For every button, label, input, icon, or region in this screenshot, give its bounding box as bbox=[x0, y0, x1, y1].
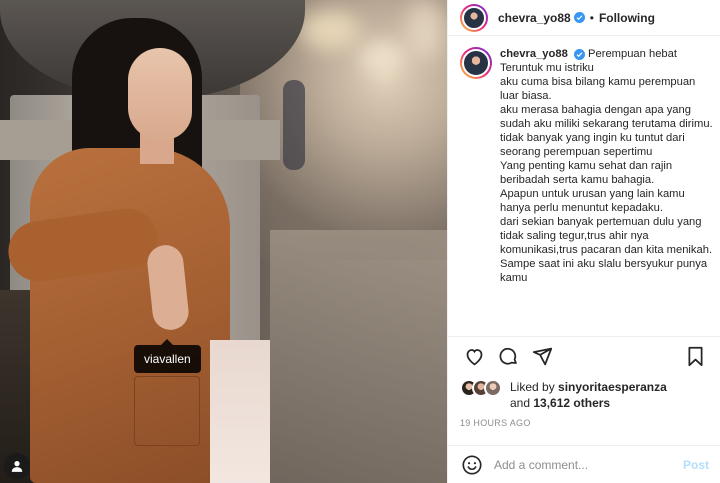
post-comment-button[interactable]: Post bbox=[683, 458, 709, 472]
avatar[interactable] bbox=[460, 47, 492, 79]
photo-woman-coat bbox=[30, 148, 230, 483]
likes-and: and bbox=[510, 396, 531, 410]
likes-prefix: Liked by bbox=[510, 380, 555, 394]
heart-icon[interactable] bbox=[460, 343, 488, 371]
photo-woman-skirt bbox=[210, 340, 270, 483]
action-bar bbox=[448, 336, 720, 376]
comment-input[interactable] bbox=[494, 457, 683, 472]
caption-line: Teruntuk mu istriku bbox=[500, 62, 594, 74]
post-photo[interactable]: viavallen bbox=[0, 0, 447, 483]
caption-line: Perempuan hebat bbox=[588, 48, 677, 60]
post-timestamp[interactable]: 19 HOURS AGO bbox=[460, 418, 531, 428]
post-header: chevra_yo88 • Following bbox=[448, 0, 720, 36]
photo-user-tag-label: viavallen bbox=[144, 352, 191, 366]
caption-username[interactable]: chevra_yo88 bbox=[500, 48, 568, 60]
caption-text: chevra_yo88 Perempuan hebat Teruntuk mu … bbox=[500, 47, 715, 335]
photo-coat-pocket bbox=[134, 376, 200, 446]
caption-line: aku cuma bisa bilang kamu perempuan luar… bbox=[500, 76, 696, 102]
liked-by-avatars[interactable] bbox=[460, 379, 506, 397]
caption-line: aku merasa bahagia dengan apa yang sudah… bbox=[500, 104, 713, 130]
photo-user-tag[interactable]: viavallen bbox=[134, 339, 201, 373]
caption-line: Yang penting kamu sehat dan rajin beriba… bbox=[500, 160, 673, 186]
photo-background-person bbox=[283, 80, 305, 170]
instagram-post: viavallen chevra_yo88 • Following chevra… bbox=[0, 0, 720, 483]
likes-others-link[interactable]: 13,612 others bbox=[533, 396, 610, 410]
photo-bokeh-light bbox=[360, 40, 405, 75]
bookmark-icon[interactable] bbox=[681, 343, 709, 371]
avatar[interactable] bbox=[460, 3, 488, 32]
caption: chevra_yo88 Perempuan hebat Teruntuk mu … bbox=[448, 47, 720, 335]
verified-badge-icon bbox=[573, 12, 585, 23]
photo-bokeh-light bbox=[300, 10, 360, 50]
caption-line: tidak banyak yang ingin ku tuntut dari s… bbox=[500, 132, 685, 158]
user-tag-icon[interactable] bbox=[4, 453, 30, 479]
comment-bar: Post bbox=[448, 445, 720, 483]
username-link[interactable]: chevra_yo88 bbox=[498, 11, 571, 25]
avatar bbox=[484, 379, 502, 397]
likes-summary: Liked by sinyoritaesperanza and 13,612 o… bbox=[460, 379, 690, 411]
share-icon[interactable] bbox=[528, 343, 556, 371]
emoji-icon[interactable] bbox=[460, 453, 484, 477]
liked-by-user-link[interactable]: sinyoritaesperanza bbox=[558, 380, 667, 394]
comment-icon[interactable] bbox=[494, 343, 522, 371]
likes-text: Liked by sinyoritaesperanza and 13,612 o… bbox=[510, 379, 690, 411]
caption-line: Sampe saat ini aku slalu bersyukur punya… bbox=[500, 258, 708, 284]
caption-line: Apapun untuk urusan yang lain kamu hanya… bbox=[500, 188, 685, 214]
verified-badge-icon bbox=[573, 49, 585, 60]
photo-bokeh-light bbox=[405, 0, 445, 60]
following-button[interactable]: Following bbox=[599, 11, 655, 25]
post-side-panel: chevra_yo88 • Following chevra_yo88 Pere… bbox=[447, 0, 720, 483]
photo-woman-face bbox=[128, 48, 192, 140]
separator-dot: • bbox=[589, 10, 594, 25]
caption-line: dari sekian banyak pertemuan dulu yang t… bbox=[500, 216, 713, 256]
photo-walkway bbox=[270, 230, 447, 483]
